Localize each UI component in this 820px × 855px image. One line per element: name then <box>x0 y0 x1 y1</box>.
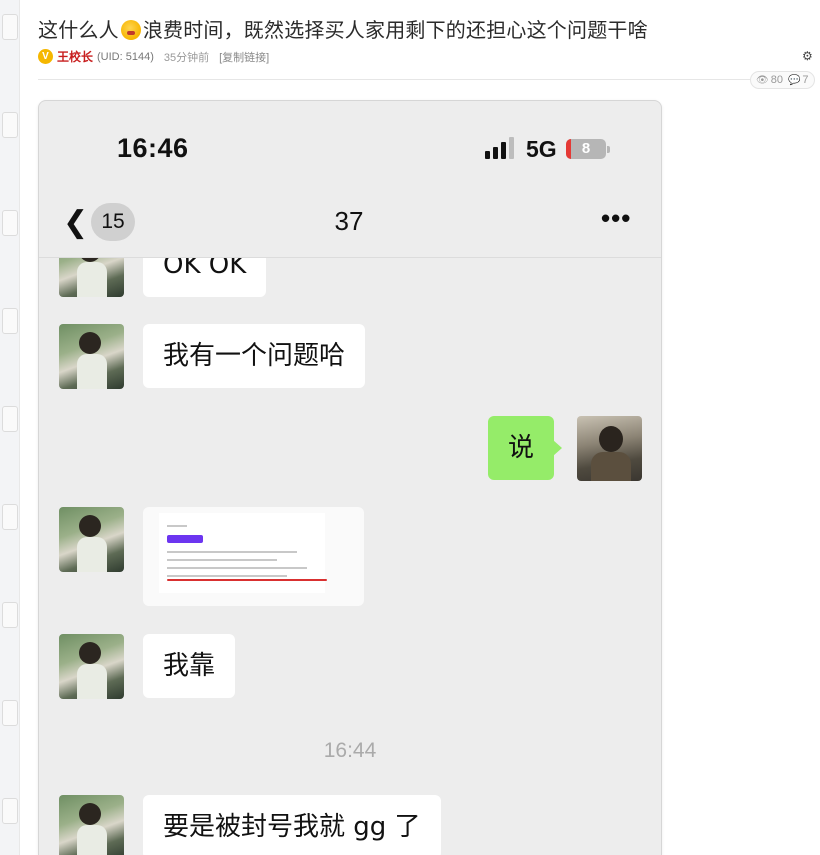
network-type: 5G <box>526 136 557 162</box>
ghost-thumbnail <box>2 308 18 334</box>
ghost-thumbnail <box>2 406 18 432</box>
message-bubble: OK OK <box>143 258 267 297</box>
face-with-hand-over-mouth-icon <box>120 20 141 40</box>
ghost-thumbnail <box>2 210 18 236</box>
ghost-thumbnail <box>2 798 18 824</box>
ghost-thumbnail <box>2 700 18 726</box>
comment-icon: 💬 <box>787 74 801 86</box>
battery-icon: 8 <box>566 139 606 159</box>
post-title-text: 这什么人 <box>38 18 119 42</box>
status-clock: 16:46 <box>117 133 189 163</box>
view-count: 80 <box>770 74 783 86</box>
contact-avatar[interactable] <box>59 795 124 855</box>
battery-level: 8 <box>581 140 591 157</box>
post-title: 这什么人 浪费时间，既然选择买人家用剩下的还担心这个问题干啥 <box>38 14 648 43</box>
contact-avatar[interactable] <box>59 258 124 297</box>
eye-icon: 👁 <box>756 74 769 86</box>
more-options-button[interactable]: ••• <box>601 205 635 232</box>
contact-avatar[interactable] <box>59 324 124 389</box>
message-list: OK OK 我有一个问题哈 说 我靠 16:44 要是被封号我就 gg 了 <box>39 258 661 855</box>
post-title-text: 浪费时间，既然选择买人家用剩下的还担心这个问题干啥 <box>142 18 648 42</box>
ghost-thumbnail <box>2 14 18 40</box>
chat-nav-bar: ❮ 15 37 ••• <box>39 196 661 258</box>
copy-link-button[interactable]: [复制链接] <box>219 49 269 65</box>
post-time: 35分钟前 <box>163 51 210 64</box>
left-sidebar-strip <box>0 0 20 855</box>
ghost-thumbnail <box>2 504 18 530</box>
forum-post-page: 这什么人 浪费时间，既然选择买人家用剩下的还担心这个问题干啥 V 王校长 (UID… <box>0 0 820 855</box>
contact-avatar[interactable] <box>59 507 124 572</box>
verified-badge-icon: V <box>38 49 53 64</box>
author-uid: (UID: 5144) <box>97 50 154 63</box>
message-bubble: 我有一个问题哈 <box>143 324 366 388</box>
gear-icon[interactable]: ⚙ <box>802 50 814 62</box>
post-stats: 👁 80 💬 7 <box>750 71 815 89</box>
battery-tip <box>607 146 610 153</box>
message-bubble: 我靠 <box>143 634 236 698</box>
own-message-bubble: 说 <box>488 416 563 480</box>
author-link[interactable]: 王校长 <box>57 48 93 65</box>
phone-status-bar: 16:46 5G 8 <box>39 101 661 196</box>
header-divider <box>38 79 750 80</box>
chat-screenshot: 16:46 5G 8 ❮ 15 37 ••• OK OK 我有一个问题哈 说 我… <box>38 100 662 855</box>
signal-icon <box>485 137 519 159</box>
ghost-thumbnail <box>2 112 18 138</box>
own-avatar[interactable] <box>577 416 642 481</box>
document-screenshot-thumbnail <box>159 513 327 593</box>
message-timestamp: 16:44 <box>323 739 377 762</box>
chevron-left-icon[interactable]: ❮ <box>63 208 88 238</box>
ghost-thumbnail <box>2 602 18 628</box>
contact-avatar[interactable] <box>59 634 124 699</box>
image-message[interactable] <box>143 507 364 606</box>
chat-title: 37 <box>334 206 364 236</box>
comment-count: 7 <box>802 74 809 86</box>
message-bubble: 要是被封号我就 gg 了 <box>143 795 441 855</box>
post-meta: V 王校长 (UID: 5144) 35分钟前 [复制链接] <box>38 48 269 65</box>
unread-count-badge[interactable]: 15 <box>91 203 135 241</box>
